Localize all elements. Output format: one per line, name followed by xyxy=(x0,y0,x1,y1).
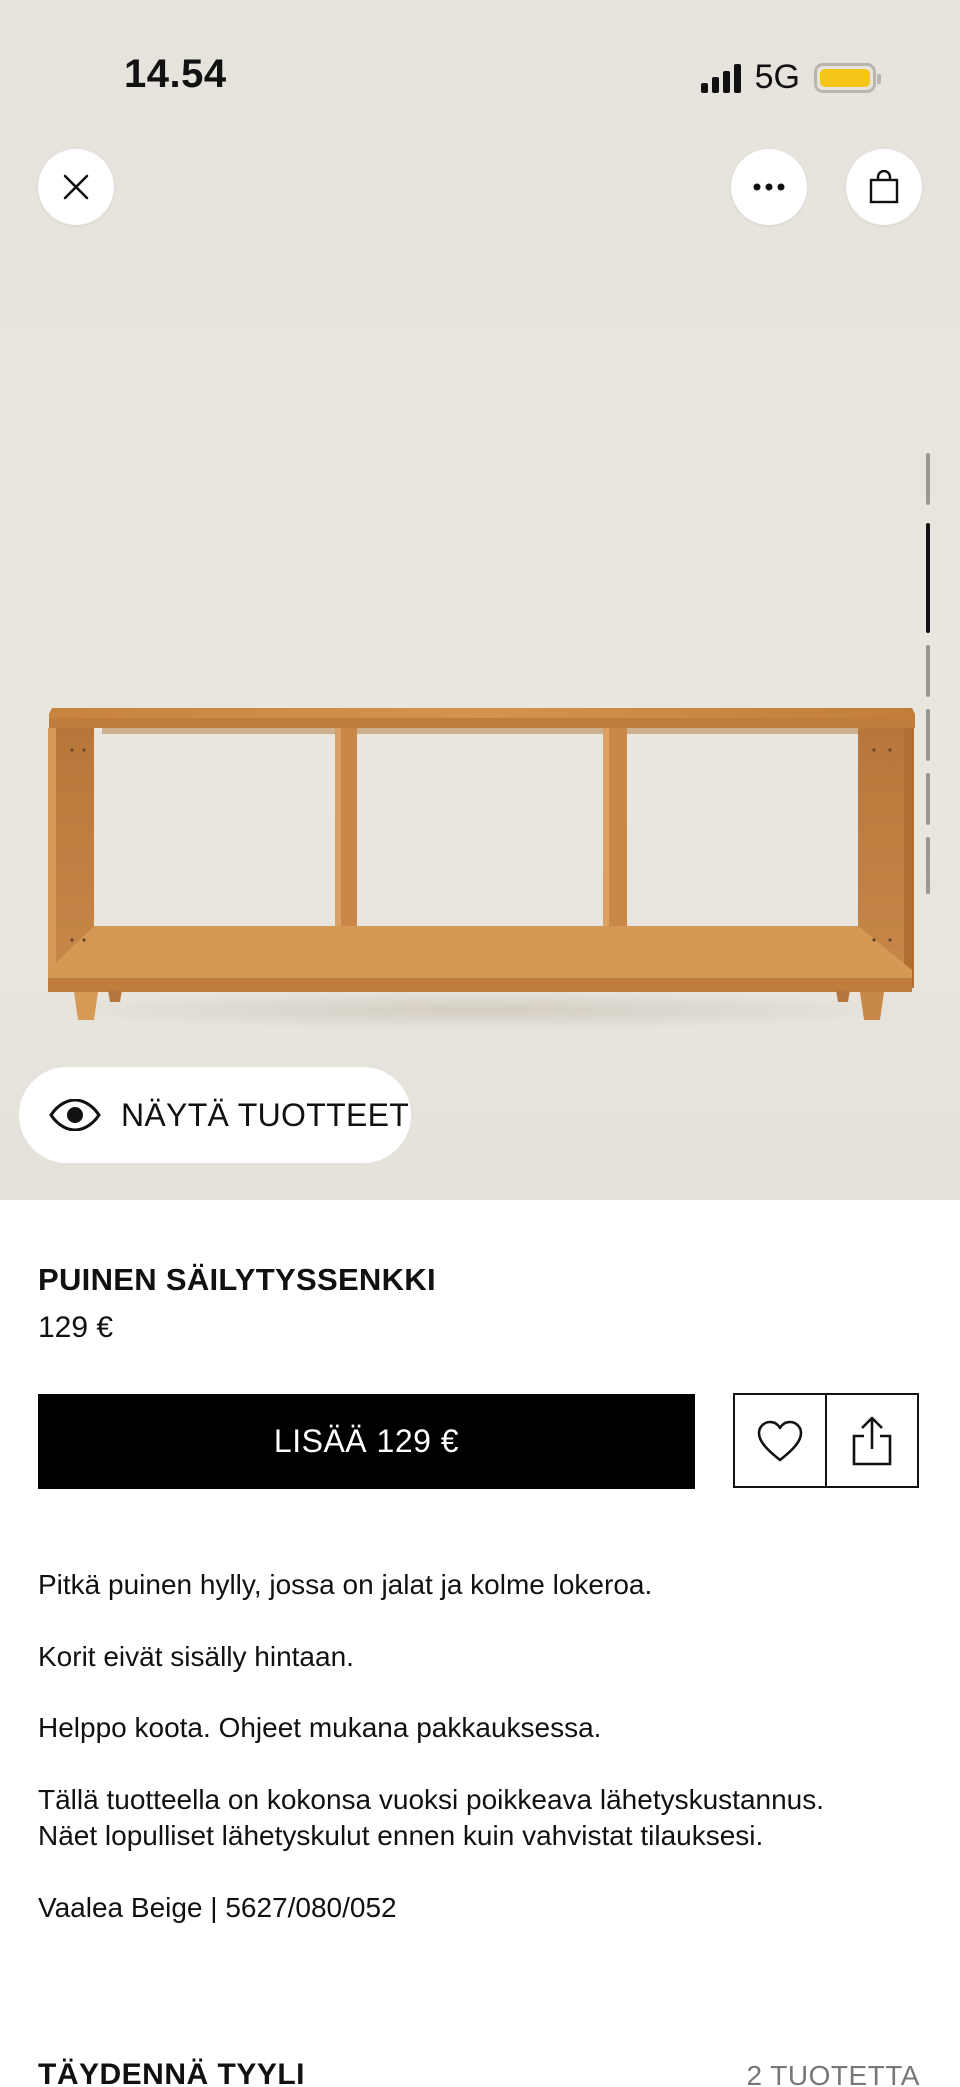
product-image[interactable]: 14.54 5G NÄYTÄ TUOTTEET xyxy=(0,0,960,1200)
close-button[interactable] xyxy=(38,149,114,225)
more-icon xyxy=(753,183,785,191)
status-time: 14.54 xyxy=(124,52,227,96)
gallery-indicator-active xyxy=(926,523,930,633)
gallery-indicator xyxy=(926,837,930,894)
share-button[interactable] xyxy=(825,1393,919,1488)
favorite-button[interactable] xyxy=(733,1393,827,1488)
description-line: Helppo koota. Ohjeet mukana pakkauksessa… xyxy=(38,1712,602,1743)
close-icon xyxy=(63,174,89,200)
product-title: PUINEN SÄILYTYSSENKKI xyxy=(38,1262,436,1297)
gallery-indicator xyxy=(926,709,930,761)
eye-icon xyxy=(49,1099,101,1131)
show-products-label: NÄYTÄ TUOTTEET xyxy=(121,1096,410,1133)
network-label: 5G xyxy=(754,58,800,96)
gallery-indicator xyxy=(926,773,930,825)
add-to-cart-button[interactable]: LISÄÄ 129 € xyxy=(38,1394,695,1489)
description-line: Korit eivät sisälly hintaan. xyxy=(38,1641,354,1672)
complete-look-count[interactable]: 2 TUOTETTA xyxy=(746,2060,920,2087)
description-shipping: Tällä tuotteella on kokonsa vuoksi poikk… xyxy=(38,1782,824,1854)
battery-icon xyxy=(814,62,881,93)
description-line: Tällä tuotteella on kokonsa vuoksi poikk… xyxy=(38,1784,825,1815)
shopping-bag-button[interactable] xyxy=(846,149,922,225)
complete-look-title[interactable]: TÄYDENNÄ TYYLI xyxy=(38,2058,305,2087)
heart-icon xyxy=(757,1420,803,1461)
gallery-indicator xyxy=(926,453,930,505)
product-price: 129 € xyxy=(38,1311,114,1344)
bag-icon xyxy=(869,170,899,204)
wooden-shelf-image xyxy=(48,708,915,1020)
signal-icon xyxy=(700,63,741,93)
more-options-button[interactable] xyxy=(731,149,807,225)
description-line: Näet lopulliset lähetyskulut ennen kuin … xyxy=(38,1820,764,1851)
share-icon xyxy=(852,1416,892,1465)
show-products-button[interactable]: NÄYTÄ TUOTTEET xyxy=(19,1067,411,1163)
color-and-reference: Vaalea Beige | 5627/080/052 xyxy=(38,1892,397,1923)
status-bar-right: 5G xyxy=(700,58,881,97)
description-line: Pitkä puinen hylly, jossa on jalat ja ko… xyxy=(38,1569,653,1600)
gallery-indicator xyxy=(926,645,930,697)
